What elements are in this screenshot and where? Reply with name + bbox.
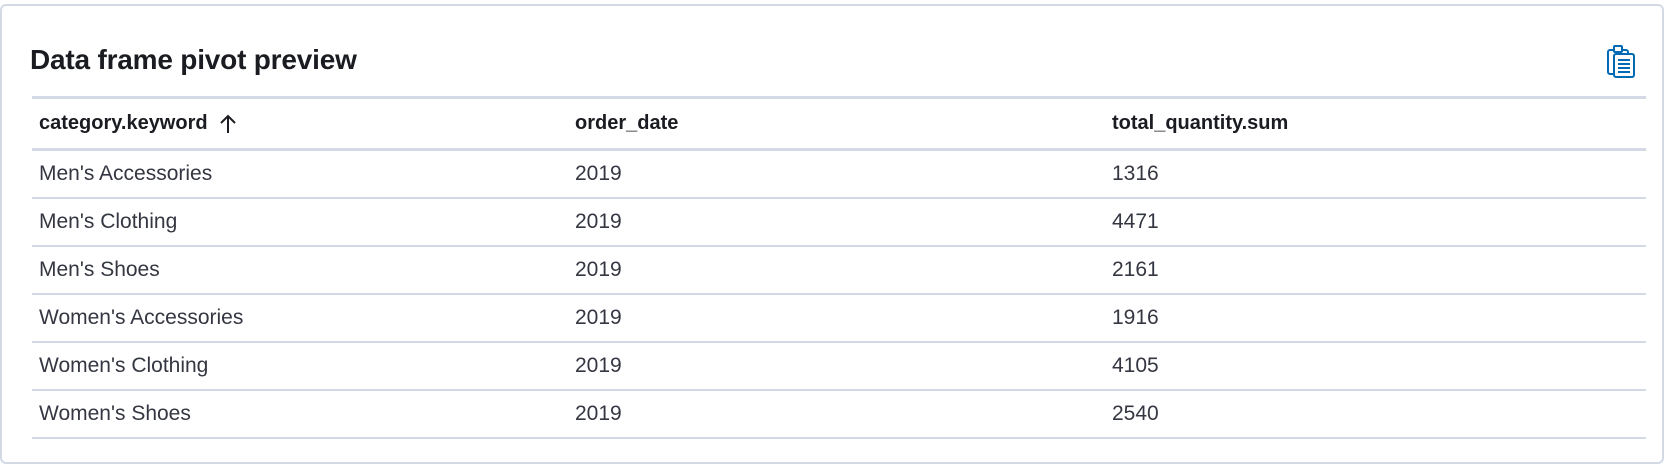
cell-order-date: 2019 [575, 209, 622, 233]
table-row: Women's Shoes 2019 2540 [32, 390, 1646, 438]
cell-order-date: 2019 [575, 353, 622, 377]
panel-title: Data frame pivot preview [30, 44, 357, 75]
cell-category: Women's Shoes [39, 401, 191, 425]
cell-order-date: 2019 [575, 401, 622, 425]
table-header-row: category.keyword order_date total_quanti… [32, 97, 1646, 150]
cell-total-quantity: 1916 [1112, 305, 1159, 329]
cell-total-quantity: 2161 [1112, 257, 1159, 281]
clipboard-icon [1606, 44, 1636, 78]
cell-order-date: 2019 [575, 257, 622, 281]
cell-total-quantity: 2540 [1112, 401, 1159, 425]
cell-order-date: 2019 [575, 305, 622, 329]
pivot-preview-table: category.keyword order_date total_quanti… [32, 96, 1646, 439]
copy-to-clipboard-button[interactable] [1606, 44, 1636, 78]
cell-category: Men's Shoes [39, 257, 160, 281]
table-row: Women's Accessories 2019 1916 [32, 294, 1646, 342]
cell-total-quantity: 1316 [1112, 161, 1159, 185]
sort-button[interactable]: category.keyword [39, 112, 238, 135]
column-header-label: category.keyword [39, 112, 208, 134]
cell-category: Men's Accessories [39, 161, 213, 185]
column-header-order-date[interactable]: order_date [568, 98, 1105, 150]
table-row: Men's Shoes 2019 2161 [32, 246, 1646, 294]
cell-order-date: 2019 [575, 161, 622, 185]
cell-total-quantity: 4105 [1112, 353, 1159, 377]
table-row: Men's Clothing 2019 4471 [32, 198, 1646, 246]
cell-category: Women's Accessories [39, 305, 244, 329]
table-row: Women's Clothing 2019 4105 [32, 342, 1646, 390]
cell-category: Men's Clothing [39, 209, 178, 233]
cell-category: Women's Clothing [39, 353, 209, 377]
table-row: Men's Accessories 2019 1316 [32, 150, 1646, 198]
pivot-preview-panel: Data frame pivot preview category.keywor… [0, 4, 1664, 464]
column-header-total-quantity-sum[interactable]: total_quantity.sum [1105, 98, 1646, 150]
sort-up-arrow-icon [218, 113, 238, 135]
cell-total-quantity: 4471 [1112, 209, 1159, 233]
column-header-category-keyword[interactable]: category.keyword [32, 98, 568, 150]
